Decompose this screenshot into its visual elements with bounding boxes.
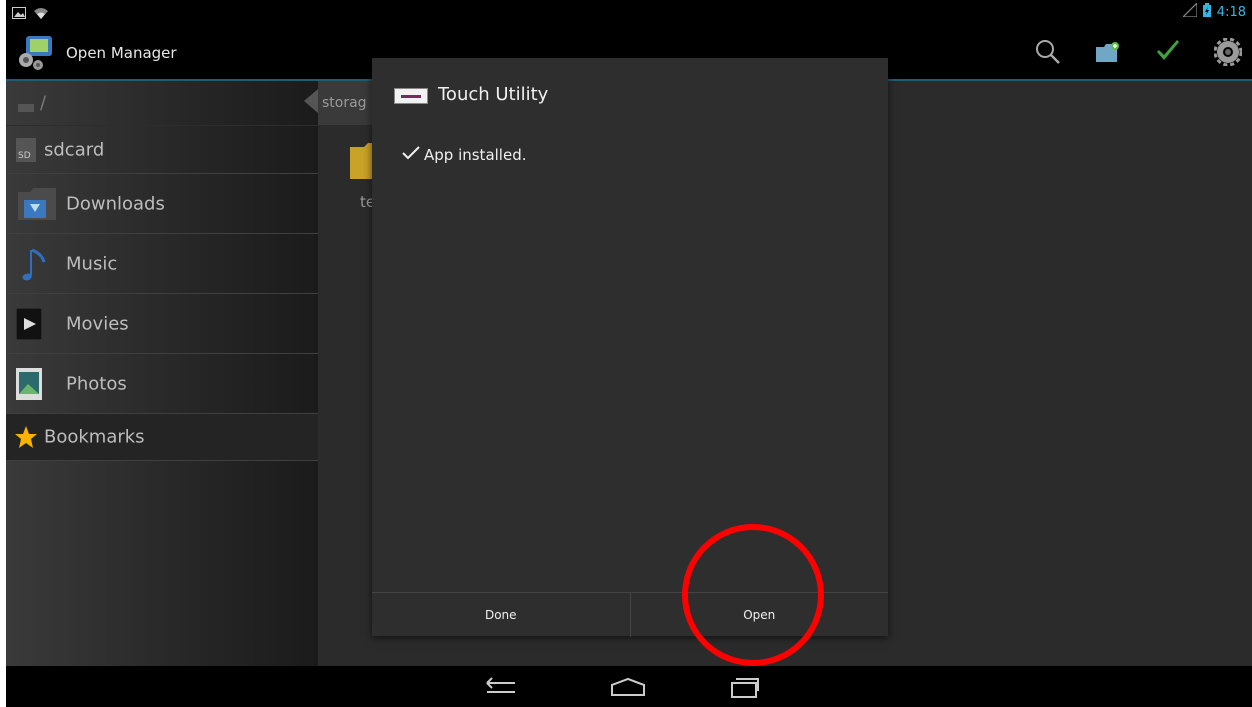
search-icon[interactable] — [1032, 36, 1064, 68]
multi-select-icon[interactable] — [1152, 36, 1184, 68]
gallery-notification-icon — [12, 4, 26, 23]
root-directory-row[interactable]: / — [6, 81, 318, 126]
sdcard-icon: SD — [16, 138, 36, 167]
action-bar-actions — [1032, 36, 1244, 68]
navigation-bar — [6, 666, 1252, 707]
install-result-dialog: Touch Utility App installed. Done Open — [372, 58, 888, 637]
done-button[interactable]: Done — [372, 593, 630, 637]
recent-apps-icon[interactable] — [726, 674, 762, 700]
sidebar-item-label: sdcard — [44, 139, 105, 160]
root-path-label: / — [40, 92, 47, 114]
signal-icon — [1181, 1, 1198, 21]
checkmark-icon — [402, 146, 420, 164]
clock: 4:18 — [1216, 4, 1246, 20]
touch-utility-app-icon — [394, 88, 428, 104]
music-note-icon — [20, 248, 48, 287]
svg-text:SD: SD — [18, 151, 31, 161]
photo-icon — [16, 368, 42, 405]
collapse-arrow-icon[interactable] — [304, 89, 318, 113]
sidebar-item-photos[interactable]: Photos — [6, 354, 318, 414]
drive-icon — [18, 97, 34, 118]
new-folder-icon[interactable] — [1092, 36, 1124, 68]
open-manager-app-icon[interactable] — [16, 32, 58, 72]
dialog-button-bar: Done Open — [372, 592, 888, 637]
status-bar: 4:18 — [6, 0, 1252, 26]
sidebar-item-label: Photos — [66, 373, 127, 394]
wifi-icon — [34, 4, 48, 23]
downloads-folder-icon — [16, 186, 58, 227]
install-status-text: App installed. — [424, 146, 527, 164]
sidebar: / SD sdcard Downloads Music Movies Photo… — [6, 81, 318, 666]
open-button[interactable]: Open — [629, 593, 889, 637]
sidebar-item-downloads[interactable]: Downloads — [6, 174, 318, 234]
sidebar-item-label: Music — [66, 253, 118, 274]
tablet-screen: 4:18 Open Manager / SD sdcard Downloads … — [6, 0, 1252, 707]
sidebar-item-bookmarks[interactable]: Bookmarks — [6, 414, 318, 461]
sidebar-item-label: Bookmarks — [44, 426, 145, 448]
app-title: Open Manager — [66, 44, 177, 62]
movie-play-icon — [15, 307, 43, 345]
star-icon — [14, 425, 38, 454]
battery-icon — [1202, 3, 1211, 21]
back-icon[interactable] — [482, 674, 518, 700]
home-icon[interactable] — [610, 674, 646, 700]
sidebar-item-label: Downloads — [66, 193, 165, 214]
sidebar-item-movies[interactable]: Movies — [6, 294, 318, 354]
sidebar-item-music[interactable]: Music — [6, 234, 318, 294]
sidebar-item-sdcard[interactable]: SD sdcard — [6, 126, 318, 174]
sidebar-item-label: Movies — [66, 313, 129, 334]
install-status-message: App installed. — [402, 146, 527, 164]
settings-icon[interactable] — [1212, 36, 1244, 68]
dialog-title: Touch Utility — [438, 84, 549, 105]
